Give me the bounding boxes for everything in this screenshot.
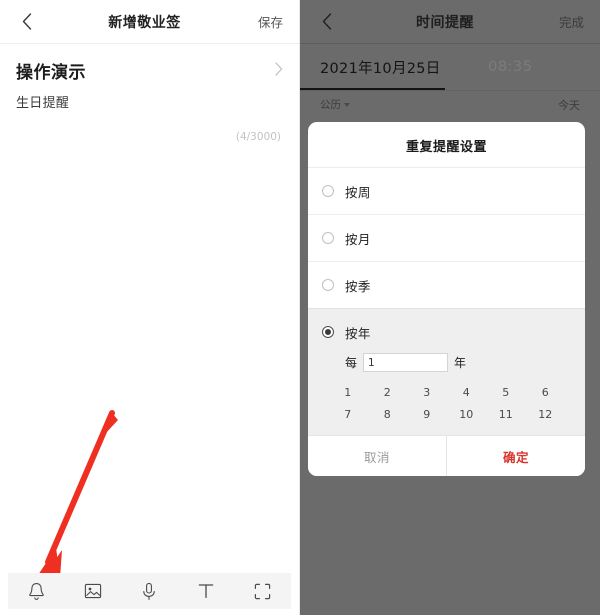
done-button[interactable]: 完成: [552, 12, 584, 31]
yearly-interval-panel: 每 年 1 2 3 4 5 6 7 8 9 10 11 12: [308, 353, 585, 435]
interval-input[interactable]: [363, 353, 449, 372]
number-cell[interactable]: 12: [526, 408, 566, 421]
dual-screenshot-container: 新增敬业签 保存 操作演示 生日提醒 (4/3000) 时间提醒 完成 2021…: [0, 0, 600, 615]
caret-down-icon: [344, 102, 350, 107]
number-cell[interactable]: 10: [447, 408, 487, 421]
number-cell[interactable]: 9: [407, 408, 447, 421]
left-screen-note-editor: 新增敬业签 保存 操作演示 生日提醒 (4/3000): [0, 0, 300, 615]
radio-icon[interactable]: [322, 279, 334, 291]
right-header-bar: 时间提醒 完成: [300, 0, 600, 44]
left-header-bar: 新增敬业签 保存: [0, 0, 299, 44]
character-counter: (4/3000): [235, 131, 281, 143]
number-cell[interactable]: 2: [368, 386, 408, 399]
datetime-row: 2021年10月25日 08:35: [300, 44, 600, 90]
image-icon[interactable]: [76, 577, 110, 605]
annotation-arrow: [0, 390, 180, 600]
dialog-title: 重复提醒设置: [405, 140, 487, 155]
text-format-icon[interactable]: [189, 577, 223, 605]
fullscreen-icon[interactable]: [246, 577, 280, 605]
interval-prefix-label: 每: [345, 356, 358, 370]
radio-option-yearly[interactable]: 按年: [308, 308, 585, 355]
chevron-left-icon[interactable]: [16, 11, 38, 33]
repeat-reminder-dialog: 重复提醒设置 按周 按月 按季 按年 每 年: [308, 122, 585, 476]
radio-icon-selected[interactable]: [322, 326, 334, 338]
today-button[interactable]: 今天: [558, 97, 580, 113]
note-title: 操作演示: [16, 63, 86, 83]
right-screen-time-reminder: 时间提醒 完成 2021年10月25日 08:35 公历 今天 重复提醒设置 按…: [300, 0, 600, 615]
time-value[interactable]: 08:35: [441, 59, 580, 75]
bell-icon[interactable]: [19, 577, 53, 605]
radio-option-quarterly[interactable]: 按季: [308, 261, 585, 308]
number-cell[interactable]: 6: [526, 386, 566, 399]
number-cell[interactable]: 3: [407, 386, 447, 399]
option-label: 按年: [345, 325, 371, 341]
dialog-action-bar: 取消 确定: [308, 435, 585, 476]
number-cell[interactable]: 4: [447, 386, 487, 399]
option-label: 按月: [345, 231, 371, 247]
radio-option-monthly[interactable]: 按月: [308, 214, 585, 261]
number-cell[interactable]: 5: [486, 386, 526, 399]
date-value[interactable]: 2021年10月25日: [320, 57, 441, 78]
note-subtitle: 生日提醒: [16, 96, 70, 111]
number-cell[interactable]: 11: [486, 408, 526, 421]
calendar-type-bar: 公历 今天: [300, 90, 600, 118]
note-content-area[interactable]: 操作演示 生日提醒 (4/3000): [0, 44, 299, 143]
chevron-left-icon[interactable]: [316, 11, 338, 33]
confirm-button[interactable]: 确定: [447, 436, 585, 476]
radio-icon[interactable]: [322, 185, 334, 197]
calendar-type-label: 公历: [320, 99, 341, 111]
radio-icon[interactable]: [322, 232, 334, 244]
chevron-right-icon[interactable]: [275, 62, 283, 79]
calendar-type-selector[interactable]: 公历: [320, 97, 350, 112]
date-active-underline: [300, 88, 445, 90]
radio-option-weekly[interactable]: 按周: [308, 167, 585, 214]
editor-toolbar: [8, 573, 291, 609]
number-cell[interactable]: 8: [368, 408, 408, 421]
cancel-button[interactable]: 取消: [308, 436, 446, 476]
microphone-icon[interactable]: [132, 577, 166, 605]
number-cell[interactable]: 7: [328, 408, 368, 421]
interval-suffix-label: 年: [454, 356, 467, 370]
page-title: 新增敬业签: [108, 14, 181, 31]
note-title-row: 操作演示: [16, 58, 283, 83]
month-number-grid: 1 2 3 4 5 6 7 8 9 10 11 12: [322, 380, 571, 425]
number-cell[interactable]: 1: [328, 386, 368, 399]
save-button[interactable]: 保存: [251, 12, 283, 31]
interval-row: 每 年: [322, 353, 571, 372]
page-title: 时间提醒: [416, 14, 474, 31]
option-label: 按周: [345, 184, 371, 200]
option-label: 按季: [345, 278, 371, 294]
